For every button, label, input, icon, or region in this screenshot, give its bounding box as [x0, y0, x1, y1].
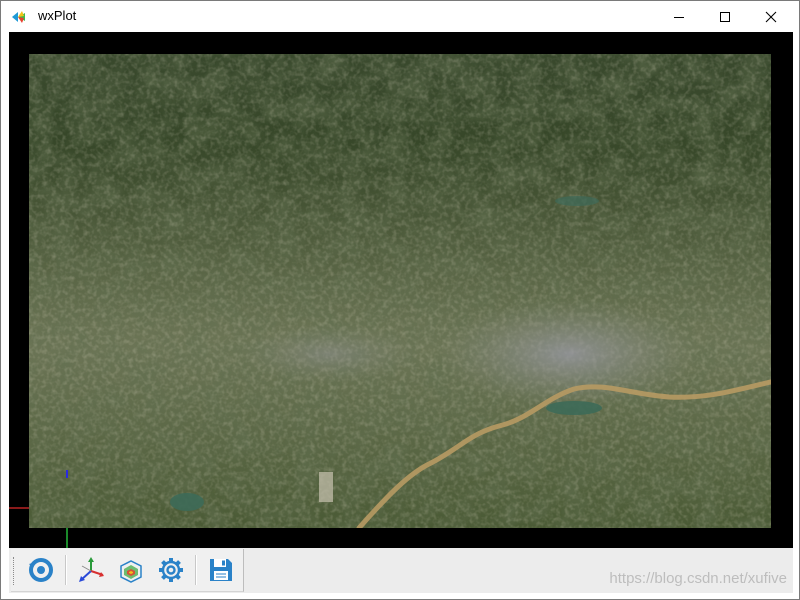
- maximize-button[interactable]: [702, 1, 748, 32]
- settings-button[interactable]: [155, 554, 187, 586]
- toolbar-grip[interactable]: [13, 557, 16, 585]
- bounding-box-icon: [117, 556, 145, 584]
- gear-icon: [157, 556, 185, 584]
- y-axis-marker: [66, 528, 68, 548]
- toolbar-area: https://blog.csdn.net/xufive: [9, 548, 793, 593]
- close-icon: [765, 11, 777, 23]
- window-title: wxPlot: [38, 8, 77, 23]
- save-icon: [207, 556, 235, 584]
- terrain-map: [29, 54, 771, 528]
- toolbar-separator: [195, 555, 197, 585]
- close-button[interactable]: [748, 1, 794, 32]
- minimize-icon: [673, 11, 685, 23]
- axes-icon: [77, 556, 105, 584]
- minimize-button[interactable]: [656, 1, 702, 32]
- watermark: https://blog.csdn.net/xufive: [609, 570, 787, 587]
- axes-button[interactable]: [75, 554, 107, 586]
- reset-view-icon: [27, 556, 55, 584]
- toolbar-separator: [65, 555, 67, 585]
- maximize-icon: [719, 11, 731, 23]
- reset-view-button[interactable]: [25, 554, 57, 586]
- toolbar: [11, 549, 244, 592]
- x-axis-marker: [9, 507, 29, 509]
- z-axis-marker: [66, 470, 68, 478]
- wxplot-app-icon: [10, 8, 28, 26]
- bounding-box-button[interactable]: [115, 554, 147, 586]
- save-button[interactable]: [205, 554, 237, 586]
- app-window: wxPlot https://blog.csdn.net/xufive: [0, 0, 800, 600]
- title-bar[interactable]: wxPlot: [1, 1, 799, 32]
- plot-viewport[interactable]: [9, 32, 793, 548]
